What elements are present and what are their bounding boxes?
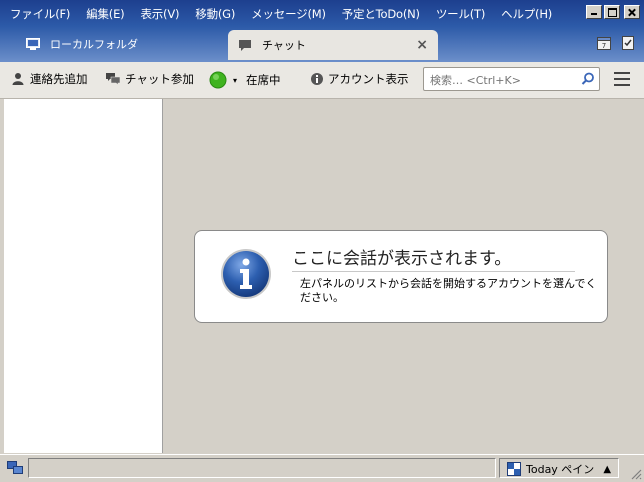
menu-events-tasks[interactable]: 予定とToDo(N) [334, 6, 428, 22]
menu-icon[interactable] [614, 72, 630, 86]
tab-close-icon[interactable]: × [416, 37, 428, 53]
status-dropdown-icon: ▾ [233, 75, 238, 85]
search-box [423, 67, 600, 91]
menu-go[interactable]: 移動(G) [187, 6, 243, 22]
contacts-panel[interactable] [4, 99, 163, 453]
network-icon[interactable] [7, 461, 23, 475]
menu-help[interactable]: ヘルプ(H) [493, 6, 560, 22]
chat-toolbar: 連絡先追加 チャット参加 ▾ 在席中 アカウント表示 [0, 62, 644, 99]
today-pane-button[interactable]: Today ペイン ▲ [507, 461, 611, 477]
add-contact-button[interactable]: 連絡先追加 [12, 71, 88, 87]
search-icon[interactable] [581, 72, 595, 86]
tab-chat[interactable]: チャット × [228, 30, 438, 60]
tab-local-folders[interactable]: ローカルフォルダ [14, 30, 224, 58]
calendar-icon[interactable]: 7 [596, 35, 612, 51]
placeholder-title: ここに会話が表示されます。 [292, 244, 575, 272]
menu-tools[interactable]: ツール(T) [428, 6, 493, 22]
status-label: 在席中 [246, 73, 281, 87]
account-display-button[interactable]: アカウント表示 [310, 71, 409, 87]
minimize-button[interactable] [586, 5, 602, 19]
tasks-icon[interactable] [620, 35, 636, 51]
today-pane-label: Today ペイン [526, 463, 595, 476]
info-small-icon [311, 73, 323, 85]
person-add-icon [12, 73, 24, 85]
today-icon [507, 462, 521, 476]
window-controls [586, 5, 640, 19]
close-window-button[interactable] [624, 5, 640, 19]
tab-local-folders-label: ローカルフォルダ [50, 38, 138, 51]
resize-grip-icon[interactable] [630, 468, 642, 480]
status-selector[interactable]: ▾ 在席中 [209, 71, 281, 89]
placeholder-description: 左パネルのリストから会話を開始するアカウントを選んでください。 [300, 277, 597, 304]
menubar: ファイル(F) 編集(E) 表示(V) 移動(G) メッセージ(M) 予定とTo… [0, 0, 644, 28]
info-icon [221, 249, 271, 299]
chevron-up-icon: ▲ [603, 463, 612, 475]
join-chat-label: チャット参加 [125, 72, 194, 86]
chat-bubble-icon [238, 39, 252, 52]
chat-join-icon [106, 73, 121, 86]
account-display-label: アカウント表示 [328, 72, 409, 86]
tab-tools: 7 [596, 35, 636, 51]
tab-strip: ローカルフォルダ チャット × [0, 30, 644, 60]
conversation-placeholder: ここに会話が表示されます。 左パネルのリストから会話を開始するアカウントを選んで… [194, 230, 608, 323]
tab-chat-label: チャット [262, 39, 306, 52]
monitor-icon [26, 37, 40, 51]
window-header: ファイル(F) 編集(E) 表示(V) 移動(G) メッセージ(M) 予定とTo… [0, 0, 644, 62]
status-dot-icon [209, 71, 227, 89]
add-contact-label: 連絡先追加 [30, 72, 88, 86]
menu-edit[interactable]: 編集(E) [78, 6, 132, 22]
status-text-field [28, 458, 496, 478]
maximize-button[interactable] [604, 5, 620, 19]
menu-view[interactable]: 表示(V) [132, 6, 187, 22]
menu-file[interactable]: ファイル(F) [0, 6, 78, 22]
join-chat-button[interactable]: チャット参加 [105, 71, 194, 87]
status-bar: Today ペイン ▲ [0, 454, 644, 482]
menu-message[interactable]: メッセージ(M) [243, 6, 334, 22]
svg-text:7: 7 [602, 42, 606, 50]
search-input[interactable] [428, 71, 580, 89]
